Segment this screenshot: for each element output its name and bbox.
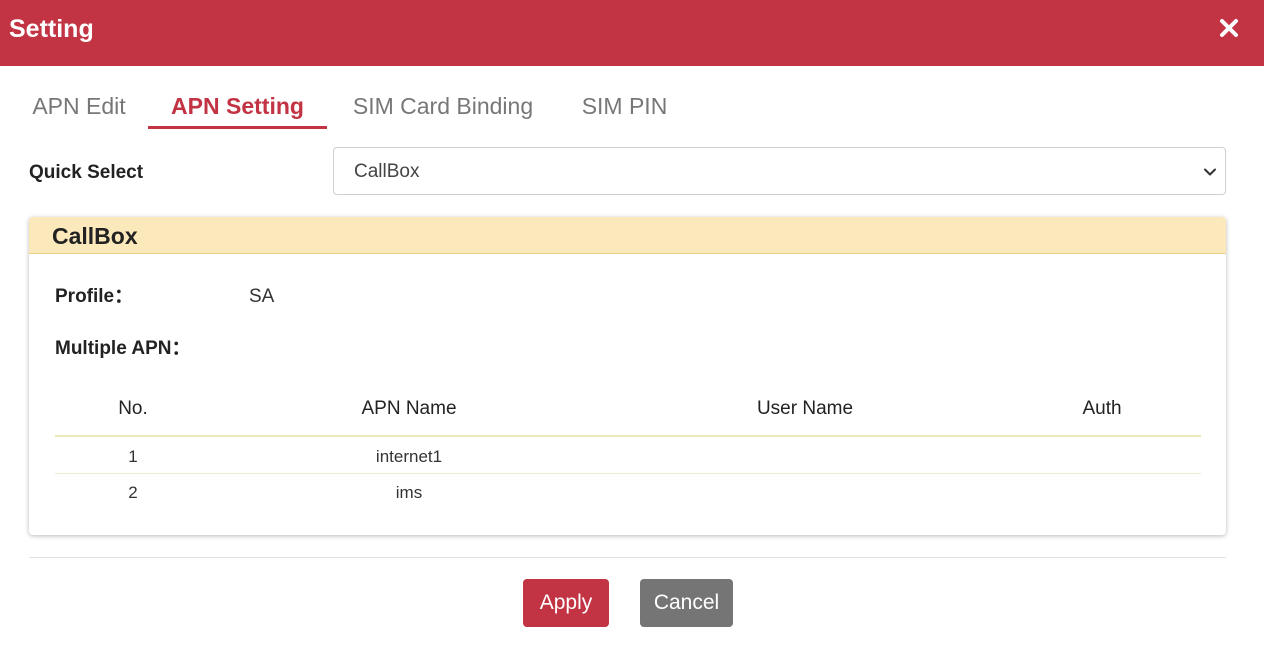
close-icon[interactable] (1217, 16, 1241, 40)
column-header-user-name: User Name (756, 398, 854, 419)
quick-select-dropdown[interactable]: CallBox (333, 147, 1226, 195)
table-header-divider (55, 435, 1201, 437)
tab-bar: APN Edit APN Setting SIM Card Binding SI… (0, 86, 1264, 129)
column-header-auth: Auth (1082, 398, 1122, 419)
tab-sim-card-binding[interactable]: SIM Card Binding (348, 86, 538, 126)
quick-select-label: Quick Select (29, 162, 144, 183)
cell-no: 2 (128, 483, 138, 502)
profile-card: CallBox Profile： SA Multiple APN： No. AP… (29, 217, 1226, 535)
column-header-apn-name: APN Name (361, 398, 457, 419)
apply-button[interactable]: Apply (523, 579, 609, 627)
tab-sim-pin[interactable]: SIM PIN (580, 86, 669, 126)
quick-select-value: CallBox (354, 161, 420, 182)
row-divider (55, 473, 1201, 474)
chevron-down-icon (1204, 168, 1216, 176)
tab-apn-setting[interactable]: APN Setting (148, 86, 327, 129)
footer-divider (29, 557, 1226, 558)
column-header-no: No. (118, 398, 148, 419)
profile-label: Profile： (55, 286, 134, 307)
dialog-header: Setting (0, 0, 1264, 66)
cancel-button[interactable]: Cancel (640, 579, 733, 627)
cell-no: 1 (128, 447, 138, 466)
card-header: CallBox (29, 217, 1226, 254)
multiple-apn-label: Multiple APN： (55, 338, 191, 359)
setting-dialog: Setting APN Edit APN Setting SIM Card Bi… (0, 0, 1264, 663)
cell-apn-name: ims (395, 483, 423, 502)
cell-apn-name: internet1 (375, 447, 443, 466)
dialog-title: Setting (9, 15, 94, 43)
card-title: CallBox (52, 223, 138, 249)
profile-value: SA (249, 286, 275, 307)
tab-apn-edit[interactable]: APN Edit (30, 86, 128, 126)
